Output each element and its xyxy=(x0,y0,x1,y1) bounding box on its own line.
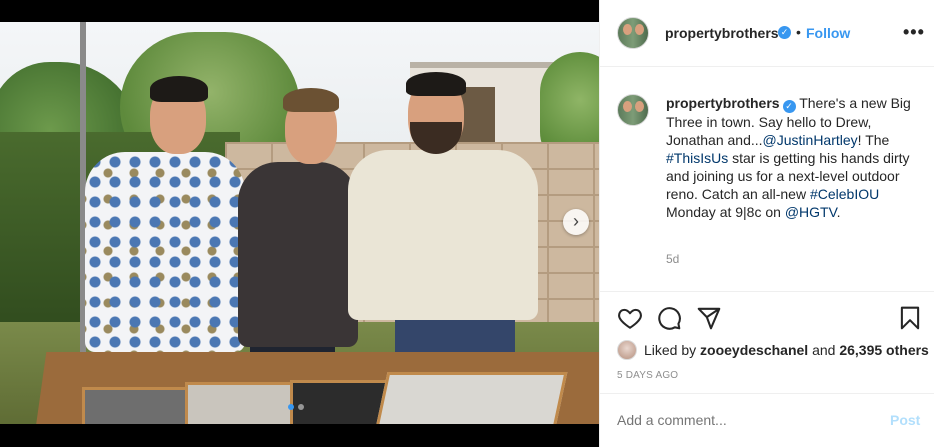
caption-age[interactable]: 5d xyxy=(666,252,679,266)
person-hair xyxy=(406,72,466,96)
more-options-icon[interactable]: ••• xyxy=(903,22,925,43)
verified-badge-icon: ✓ xyxy=(778,26,791,39)
caption-username[interactable]: propertybrothers xyxy=(666,95,780,111)
person-hair xyxy=(150,76,208,102)
person-hair xyxy=(283,88,339,112)
comment-input[interactable] xyxy=(617,412,867,428)
comment-bar: Post xyxy=(600,393,934,447)
caption-text-part: Monday at 9|8c on xyxy=(666,204,785,220)
carousel-next-button[interactable]: › xyxy=(563,209,589,235)
likes-text: Liked by zooeydeschanel and 26,395 other… xyxy=(644,342,929,358)
header-username[interactable]: propertybrothers xyxy=(665,25,779,41)
post-media: › xyxy=(0,0,599,447)
carousel-dot-active xyxy=(288,404,294,410)
person-shirt xyxy=(348,150,538,320)
profile-avatar[interactable] xyxy=(617,17,649,49)
heart-icon[interactable] xyxy=(617,305,643,331)
person-shirt xyxy=(238,162,358,347)
caption-text: propertybrothers ✓ There's a new Big Thre… xyxy=(666,94,926,221)
post-sidebar: propertybrothers ✓ • Follow ••• property… xyxy=(599,0,934,447)
likes-conjunction: and xyxy=(808,342,840,358)
hashtag-link[interactable]: #CelebIOU xyxy=(810,186,879,202)
caption-avatar[interactable] xyxy=(617,94,649,126)
post-comment-button[interactable]: Post xyxy=(890,412,920,428)
mention-link[interactable]: @HGTV xyxy=(785,204,837,220)
verified-badge-icon: ✓ xyxy=(782,100,796,113)
post-timestamp[interactable]: 5 DAYS AGO xyxy=(617,370,678,381)
photo-tile-sample xyxy=(372,372,568,424)
liker-username[interactable]: zooeydeschanel xyxy=(700,342,808,358)
likes-prefix: Liked by xyxy=(644,342,701,358)
post-header: propertybrothers ✓ • Follow ••• xyxy=(600,0,934,67)
caption-text-part: . xyxy=(836,204,841,220)
paper-plane-icon[interactable] xyxy=(696,305,722,331)
carousel-dot xyxy=(298,404,304,410)
carousel-indicator xyxy=(288,404,304,410)
bookmark-icon[interactable] xyxy=(897,305,923,331)
person-shirt xyxy=(85,152,245,352)
caption-text-part: ! The xyxy=(857,132,890,148)
post-photo[interactable] xyxy=(0,22,599,424)
comment-bubble-icon[interactable] xyxy=(656,305,682,331)
hashtag-link[interactable]: #ThisIsUs xyxy=(666,150,728,166)
header-separator: • xyxy=(796,24,801,40)
chevron-right-icon: › xyxy=(573,211,579,231)
follow-button[interactable]: Follow xyxy=(806,25,850,41)
photo-tile-sample xyxy=(82,387,192,424)
liker-avatar[interactable] xyxy=(617,340,637,360)
likes-count[interactable]: 26,395 others xyxy=(839,342,929,358)
actions-divider xyxy=(600,291,934,292)
mention-link[interactable]: @JustinHartley xyxy=(763,132,858,148)
